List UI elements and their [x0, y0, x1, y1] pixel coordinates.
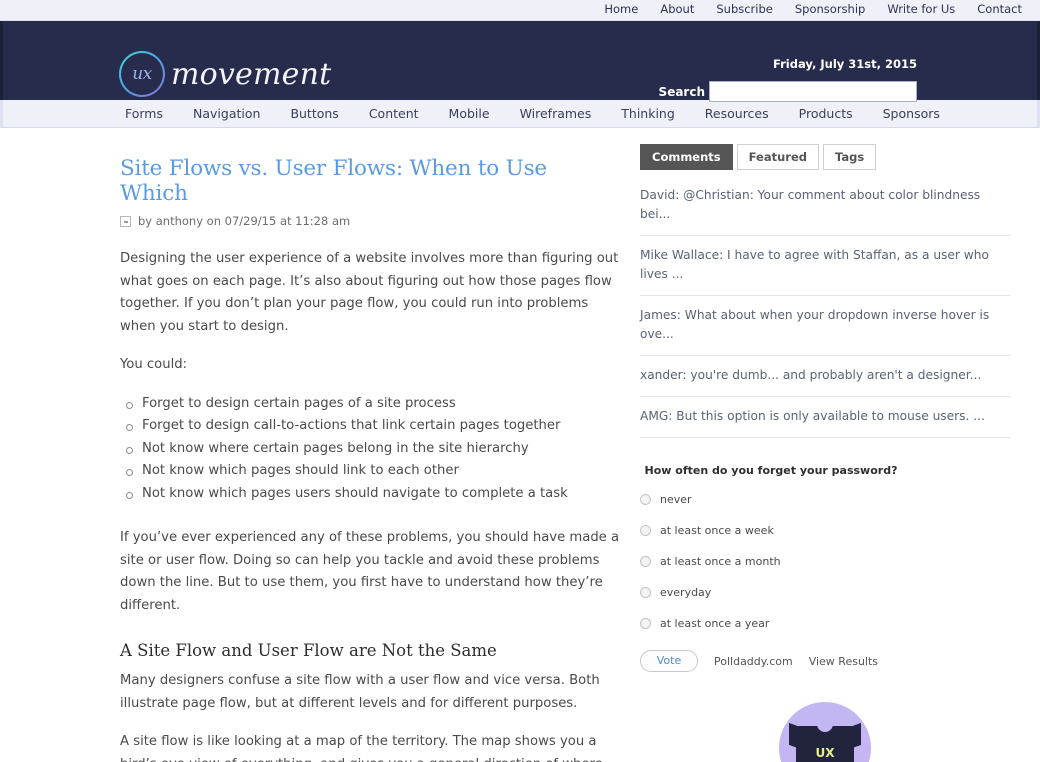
- tshirt-label: UX Tees: [810, 746, 840, 762]
- page-body: Site Flows vs. User Flows: When to Use W…: [0, 128, 1040, 762]
- poll-option-label: everyday: [660, 586, 712, 599]
- logo-mark-text: ux: [132, 64, 152, 84]
- poll-question: How often do you forget your password?: [644, 464, 898, 477]
- article-section-heading: A Site Flow and User Flow are Not the Sa…: [120, 641, 497, 660]
- poll-option-never[interactable]: never: [640, 493, 902, 506]
- list-item: Not know where certain pages belong in t…: [120, 438, 620, 461]
- search-form: Search: [659, 81, 917, 102]
- poll-widget: How often do you forget your password? n…: [640, 464, 902, 672]
- view-results-link[interactable]: View Results: [809, 655, 878, 668]
- topnav-item-contact[interactable]: Contact: [977, 4, 1022, 16]
- list-item: Not know which pages should link to each…: [120, 460, 620, 483]
- article-bullet-list: Forget to design certain pages of a site…: [120, 393, 620, 506]
- list-item: Not know which pages users should naviga…: [120, 483, 620, 506]
- sidebar-tabs: Comments Featured Tags: [640, 144, 1010, 170]
- radio-icon[interactable]: [640, 494, 651, 505]
- poll-option-once-a-month[interactable]: at least once a month: [640, 555, 902, 568]
- polldaddy-link[interactable]: Polldaddy.com: [714, 655, 793, 668]
- poll-actions: Vote Polldaddy.com View Results: [640, 650, 902, 672]
- vote-button[interactable]: Vote: [640, 650, 698, 672]
- tshirt-label-line1: UX: [815, 746, 835, 760]
- poll-option-once-a-week[interactable]: at least once a week: [640, 524, 902, 537]
- article-paragraph-1: Designing the user experience of a websi…: [120, 251, 619, 334]
- poll-option-everyday[interactable]: everyday: [640, 586, 902, 599]
- article-paragraph-2: You could:: [120, 357, 188, 372]
- recent-comments-list: David: @Christian: Your comment about co…: [640, 184, 1010, 438]
- topnav-item-sponsorship[interactable]: Sponsorship: [795, 4, 865, 16]
- byline: by anthony on 07/29/15 at 11:28 am: [120, 214, 620, 228]
- nav-item-content[interactable]: Content: [369, 106, 419, 121]
- byline-text: by anthony on 07/29/15 at 11:28 am: [138, 214, 351, 228]
- logo-wordmark: movement: [171, 56, 332, 92]
- nav-item-forms[interactable]: Forms: [125, 106, 163, 121]
- nav-item-sponsors[interactable]: Sponsors: [883, 106, 940, 121]
- topnav-item-subscribe[interactable]: Subscribe: [716, 4, 773, 16]
- article-column: Site Flows vs. User Flows: When to Use W…: [0, 144, 640, 762]
- nav-item-products[interactable]: Products: [799, 106, 853, 121]
- article-paragraph-4: Many designers confuse a site flow with …: [120, 673, 600, 711]
- logo-ring-icon: ux: [119, 51, 165, 97]
- radio-icon[interactable]: [640, 556, 651, 567]
- nav-item-wireframes[interactable]: Wireframes: [520, 106, 592, 121]
- topnav-item-about[interactable]: About: [660, 4, 694, 16]
- list-item[interactable]: Mike Wallace: I have to agree with Staff…: [640, 236, 1010, 296]
- list-item[interactable]: David: @Christian: Your comment about co…: [640, 184, 1010, 236]
- list-item: Forget to design certain pages of a site…: [120, 393, 620, 416]
- nav-item-buttons[interactable]: Buttons: [290, 106, 338, 121]
- list-item[interactable]: James: What about when your dropdown inv…: [640, 296, 1010, 356]
- tab-tags[interactable]: Tags: [822, 144, 877, 170]
- main-navigation: Forms Navigation Buttons Content Mobile …: [0, 100, 1040, 128]
- nav-item-resources[interactable]: Resources: [705, 106, 769, 121]
- tab-featured[interactable]: Featured: [736, 144, 819, 170]
- sidebar: Comments Featured Tags David: @Christian…: [640, 144, 1040, 762]
- top-utility-bar: Home About Subscribe Sponsorship Write f…: [0, 0, 1040, 21]
- current-date: Friday, July 31st, 2015: [773, 57, 917, 71]
- site-logo[interactable]: ux movement: [119, 51, 331, 97]
- poll-option-label: at least once a week: [660, 524, 774, 537]
- poll-option-once-a-year[interactable]: at least once a year: [640, 617, 902, 630]
- article-paragraph-5: A site flow is like looking at a map of …: [120, 734, 603, 762]
- nav-item-navigation[interactable]: Navigation: [193, 106, 260, 121]
- radio-icon[interactable]: [640, 618, 651, 629]
- post-meta-icon: [120, 215, 131, 227]
- tshirt-icon: UX Tees: [779, 702, 871, 762]
- site-masthead: ux movement Friday, July 31st, 2015 Sear…: [0, 21, 1040, 102]
- radio-icon[interactable]: [640, 525, 651, 536]
- tab-comments[interactable]: Comments: [640, 144, 733, 170]
- poll-option-label: never: [660, 493, 692, 506]
- article-paragraph-3: If you’ve ever experienced any of these …: [120, 530, 620, 613]
- search-label: Search: [658, 84, 705, 99]
- list-item[interactable]: AMG: But this option is only available t…: [640, 397, 1010, 438]
- poll-option-label: at least once a month: [660, 555, 781, 568]
- nav-item-thinking[interactable]: Thinking: [621, 106, 675, 121]
- page-title[interactable]: Site Flows vs. User Flows: When to Use W…: [120, 156, 620, 206]
- list-item[interactable]: xander: you're dumb... and probably aren…: [640, 356, 1010, 397]
- nav-item-mobile[interactable]: Mobile: [449, 106, 490, 121]
- poll-option-label: at least once a year: [660, 617, 770, 630]
- radio-icon[interactable]: [640, 587, 651, 598]
- search-input[interactable]: [709, 81, 917, 102]
- topnav-item-write-for-us[interactable]: Write for Us: [887, 4, 955, 16]
- topnav-item-home[interactable]: Home: [604, 4, 638, 16]
- ux-tees-widget[interactable]: UX Tees: [640, 702, 1010, 762]
- list-item: Forget to design call-to-actions that li…: [120, 415, 620, 438]
